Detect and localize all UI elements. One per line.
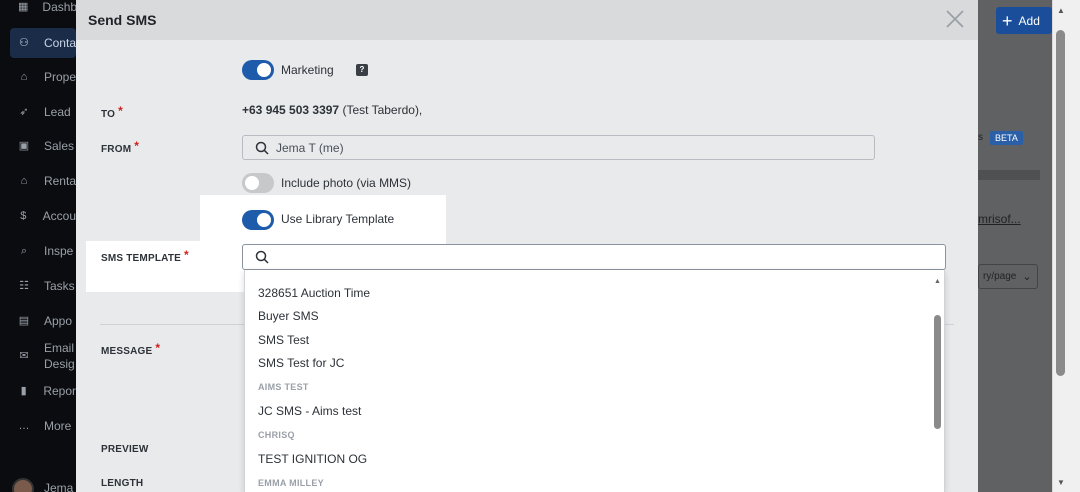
sidebar-item-reports[interactable]: ▮ Repor — [0, 376, 76, 406]
message-label: MESSAGE * — [101, 341, 161, 357]
page-scrollbar[interactable]: ▲ ▼ — [1052, 0, 1080, 492]
preview-label: PREVIEW — [101, 444, 149, 455]
dropdown-group-header: CHRISQ — [258, 430, 295, 440]
marketing-label: Marketing — [281, 63, 334, 77]
modal-title: Send SMS — [88, 12, 157, 28]
to-label: TO * — [101, 104, 123, 120]
tasks-icon: ☷ — [19, 280, 29, 292]
dropdown-scrollbar-thumb[interactable] — [934, 315, 941, 429]
inspect-icon: ⌕ — [20, 245, 28, 257]
template-search-input[interactable] — [242, 244, 946, 270]
from-value: Jema T (me) — [276, 141, 344, 155]
dropdown-option[interactable]: SMS Test — [258, 333, 309, 347]
background-partial-text: s — [978, 132, 983, 143]
dropdown-option[interactable]: JC SMS - Aims test — [258, 404, 361, 418]
sidebar-item-appointments[interactable]: ▤ Appo — [0, 306, 76, 336]
calendar-icon: ▤ — [18, 315, 30, 327]
dropdown-option[interactable]: Buyer SMS — [258, 309, 319, 323]
bar-chart-icon: ▮ — [20, 385, 27, 397]
home-key-icon: ⌂ — [20, 175, 28, 187]
store-icon: ▣ — [18, 140, 30, 152]
sidebar-item-rentals[interactable]: ⌂ Renta — [0, 166, 76, 196]
grid-icon: ▦ — [18, 1, 29, 13]
mail-icon: ✉ — [19, 350, 29, 362]
library-template-label: Use Library Template — [281, 212, 395, 226]
to-recipient: +63 945 503 3397 (Test Taberdo), — [242, 103, 423, 117]
sidebar-item-email-design[interactable]: ✉ Email Desig — [0, 340, 76, 372]
sidebar-item-properties[interactable]: ⌂ Prope — [0, 62, 76, 92]
avatar[interactable] — [12, 478, 34, 492]
scrollbar-thumb[interactable] — [1056, 30, 1065, 376]
sms-template-label: SMS TEMPLATE * — [101, 248, 189, 264]
search-icon — [255, 141, 269, 155]
home-icon: ⌂ — [20, 71, 28, 83]
sidebar-item-inspections[interactable]: ⌕ Inspe — [0, 236, 76, 266]
user-name: Jema — [44, 481, 74, 492]
background-table-header — [978, 170, 1040, 180]
dropdown-option[interactable]: TEST IGNITION OG — [258, 452, 367, 466]
sidebar-item-sales[interactable]: ▣ Sales — [0, 131, 76, 161]
template-dropdown-list[interactable]: 328651 Auction Time Buyer SMS SMS Test S… — [244, 270, 945, 492]
add-button[interactable]: + Add — [996, 7, 1052, 34]
dots-icon: … — [18, 420, 30, 432]
dropdown-group-header: AIMS TEST — [258, 382, 309, 392]
sidebar-item-tasks[interactable]: ☷ Tasks — [0, 271, 76, 301]
include-photo-label: Include photo (via MMS) — [281, 176, 412, 190]
beta-badge: BETA — [990, 131, 1023, 145]
chevron-down-icon: ⌄ — [1022, 271, 1032, 283]
background-link[interactable]: mrisof... — [978, 212, 1021, 226]
send-sms-modal: Send SMS Marketing ? TO * +63 945 503 339… — [76, 0, 978, 492]
dollar-icon: $ — [20, 210, 27, 222]
sidebar-item-accounts[interactable]: $ Accou — [0, 201, 76, 231]
scroll-up-icon[interactable]: ▲ — [934, 278, 941, 285]
scroll-down-icon[interactable]: ▼ — [1057, 478, 1065, 487]
rocket-icon: ➶ — [19, 106, 29, 118]
sidebar-item-more[interactable]: … More — [0, 411, 76, 441]
search-icon — [255, 250, 269, 264]
help-icon[interactable]: ? — [356, 64, 368, 76]
dropdown-group-header: EMMA MILLEY — [258, 478, 324, 488]
library-template-toggle[interactable] — [242, 210, 274, 230]
dropdown-option[interactable]: SMS Test for JC — [258, 356, 344, 370]
from-field[interactable]: Jema T (me) — [242, 135, 875, 160]
plus-icon: + — [1002, 10, 1013, 31]
close-icon[interactable] — [944, 8, 966, 30]
person-icon: ⚇ — [19, 37, 29, 49]
length-label: LENGTH — [101, 478, 144, 489]
include-photo-toggle[interactable] — [242, 173, 274, 193]
marketing-toggle[interactable] — [242, 60, 274, 80]
sidebar-item-contacts[interactable]: ⚇ Conta — [10, 28, 76, 58]
per-page-select[interactable]: ry/page ⌄ — [978, 264, 1038, 289]
sidebar-item-lead[interactable]: ➶ Lead — [0, 97, 76, 127]
sidebar-item-dashboard[interactable]: ▦ Dashb — [0, 0, 77, 22]
dropdown-option[interactable]: 328651 Auction Time — [258, 286, 370, 300]
app-sidebar: ▦ Dashb ⚇ Conta ⌂ Prope ➶ Lead ▣ Sales ⌂ Renta… — [0, 0, 77, 492]
from-label: FROM * — [101, 139, 140, 155]
dropdown-scrollbar[interactable]: ▲ — [933, 278, 943, 488]
modal-header: Send SMS — [76, 0, 978, 40]
scroll-up-icon[interactable]: ▲ — [1057, 6, 1065, 15]
